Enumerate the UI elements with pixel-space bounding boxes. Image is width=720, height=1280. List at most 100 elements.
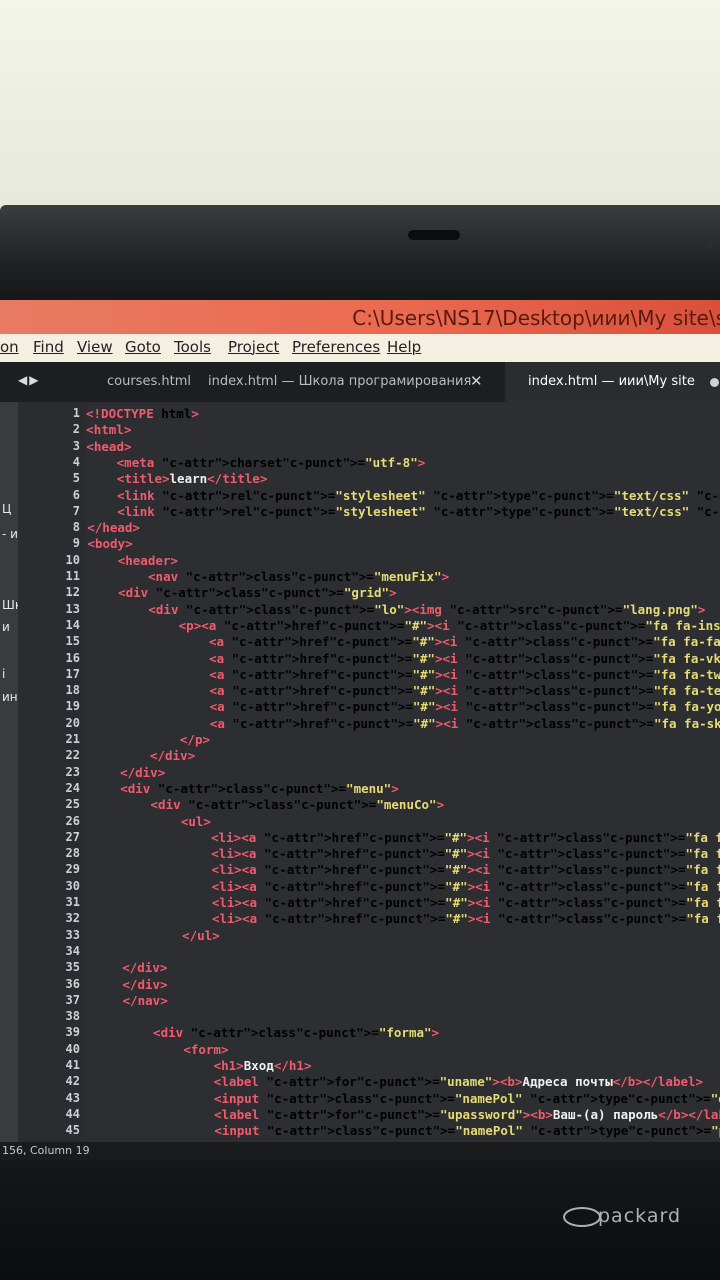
line-number: 32: [65, 911, 80, 926]
brand-label: packard: [598, 1205, 681, 1227]
code-line: <div "c-attr">class"c-punct">="menuCo">: [150, 797, 445, 813]
line-number: 7: [72, 503, 80, 518]
line-number: 31: [65, 895, 80, 909]
menu-item-preferences[interactable]: Preferences: [292, 338, 380, 356]
code-line: </div>: [122, 960, 168, 976]
line-number: 1: [72, 406, 80, 420]
tab-index-mysite[interactable]: index.html — иии\My site: [528, 374, 695, 389]
menu-bar: on Find View Goto Tools Project Preferen…: [0, 334, 720, 362]
code-line: <div "c-attr">class"c-punct">="grid">: [118, 585, 397, 601]
line-number: 41: [65, 1058, 80, 1072]
line-number: 33: [65, 927, 80, 942]
line-number: 4: [72, 454, 80, 469]
sidebar-panel[interactable]: Ц - и Шк и і ини: [0, 402, 25, 1142]
line-number: 37: [65, 992, 80, 1007]
line-number: 24: [65, 780, 80, 795]
line-number: 27: [65, 829, 80, 844]
line-number: 6: [72, 487, 80, 502]
code-line: <input "c-attr">class"c-punct">="namePol…: [214, 1123, 720, 1139]
code-line: </ul>: [182, 927, 220, 943]
line-number: 35: [65, 960, 80, 975]
code-line: <div "c-attr">class"c-punct">="forma">: [153, 1025, 440, 1041]
code-line: <header>: [117, 552, 178, 568]
code-line: <link "c-attr">rel"c-punct">="stylesheet…: [117, 503, 720, 519]
sidebar-fragment: Ц: [2, 502, 12, 516]
line-number: 13: [65, 601, 80, 616]
line-number: 30: [65, 878, 80, 893]
tab-nav-arrows-icon[interactable]: ◀▶: [18, 373, 40, 387]
line-number: 26: [65, 813, 80, 828]
editor-window: C:\Users\NS17\Desktop\иии\My site\s on F…: [0, 300, 720, 1160]
menu-item-goto[interactable]: Goto: [125, 338, 161, 356]
code-line: <body>: [87, 536, 133, 552]
menu-item-tools[interactable]: Tools: [174, 338, 211, 356]
sidebar-fragment: - и: [2, 527, 18, 541]
line-number: 9: [72, 536, 80, 551]
code-line: <nav "c-attr">class"c-punct">="menuFix">: [148, 569, 450, 584]
line-number: 23: [65, 764, 80, 779]
line-number: 28: [65, 846, 80, 861]
code-line: <li><a "c-attr">href"c-punct">="#"><i "c…: [211, 878, 720, 894]
unsaved-dot-icon[interactable]: [710, 378, 719, 387]
camera-led-icon: [706, 242, 714, 250]
code-line: </nav>: [122, 992, 168, 1008]
window-title: C:\Users\NS17\Desktop\иии\My site\s: [352, 306, 720, 330]
close-tab-icon[interactable]: ✕: [470, 372, 483, 390]
line-number: 16: [65, 650, 80, 665]
line-number: 12: [65, 585, 80, 600]
wall-background: [0, 0, 720, 215]
menu-item-project[interactable]: Project: [228, 338, 279, 356]
line-number: 17: [65, 666, 80, 681]
line-number: 10: [65, 552, 80, 567]
code-line: <a "c-attr">href"c-punct">="#"><i "c-att…: [209, 715, 720, 731]
line-number: 42: [65, 1074, 80, 1089]
code-line: <input "c-attr">class"c-punct">="namePol…: [213, 1090, 720, 1106]
line-number: 38: [65, 1009, 80, 1024]
code-line: <div "c-attr">class"c-punct">="menu">: [120, 780, 399, 796]
code-line: </div>: [122, 976, 168, 992]
tab-bar: ◀▶ courses.html index.html — Школа прогр…: [0, 362, 720, 402]
line-number: 44: [65, 1106, 80, 1121]
line-number-gutter: 1 2 3 4 5 6 7 8 9 10 11 12 13 14 15 16 17 18 19 20 21 22 23 24 2…: [18, 402, 86, 1160]
title-bar: C:\Users\NS17\Desktop\иии\My site\s: [0, 300, 720, 334]
code-editor[interactable]: <!DOCTYPE html> <html> <head> <meta "c-att…: [86, 402, 720, 1160]
laptop-bezel-top: [0, 205, 720, 305]
line-number: 19: [65, 699, 80, 714]
line-number: 29: [65, 862, 80, 877]
code-line: <ul>: [180, 813, 211, 829]
line-number: 2: [72, 422, 80, 437]
sidebar-fragment: і: [2, 667, 6, 681]
status-bar: 156, Column 19: [0, 1142, 720, 1160]
code-line: <a "c-attr">href"c-punct">="#"><i "c-att…: [209, 650, 720, 666]
code-line: <a "c-attr">href"c-punct">="#"><i "c-att…: [208, 634, 720, 650]
tab-index-school[interactable]: index.html — Школа програмирования: [208, 374, 471, 389]
line-number: 5: [72, 471, 80, 486]
code-line: <div "c-attr">class"c-punct">="lo"><img …: [148, 601, 706, 617]
line-number: 8: [72, 520, 80, 535]
menu-item-help[interactable]: Help: [387, 338, 421, 356]
line-number: 25: [65, 797, 80, 812]
cursor-position: 156, Column 19: [2, 1144, 90, 1157]
code-line: <html>: [86, 422, 132, 438]
menu-item-view[interactable]: View: [77, 338, 113, 356]
code-line: <form>: [183, 1041, 229, 1057]
code-line: <head>: [86, 438, 132, 454]
line-number: 43: [65, 1090, 80, 1105]
webcam-icon: [408, 230, 460, 240]
tab-courses[interactable]: courses.html: [107, 374, 191, 389]
code-line: <a "c-attr">href"c-punct">="#"><i "c-att…: [209, 666, 720, 682]
code-line: <title>learn</title>: [116, 471, 268, 487]
code-line: </head>: [87, 520, 140, 536]
menu-item-selection[interactable]: on: [0, 338, 19, 356]
menu-item-find[interactable]: Find: [33, 338, 64, 356]
code-line: <!DOCTYPE html>: [86, 406, 199, 421]
code-line: <li><a "c-attr">href"c-punct">="#"><i "c…: [211, 862, 720, 878]
code-line: <a "c-attr">href"c-punct">="#"><i "c-att…: [209, 699, 720, 715]
sidebar-fragment: и: [2, 620, 10, 634]
line-number: 39: [65, 1025, 80, 1040]
code-line: <li><a "c-attr">href"c-punct">="#"><i "c…: [211, 829, 720, 845]
code-line: </p>: [179, 732, 211, 747]
code-line: <li><a "c-attr">href"c-punct">="#"><i "c…: [212, 911, 720, 927]
code-line: <li><a "c-attr">href"c-punct">="#"><i "c…: [211, 846, 720, 862]
code-line: <link "c-attr">rel"c-punct">="stylesheet…: [117, 487, 720, 503]
